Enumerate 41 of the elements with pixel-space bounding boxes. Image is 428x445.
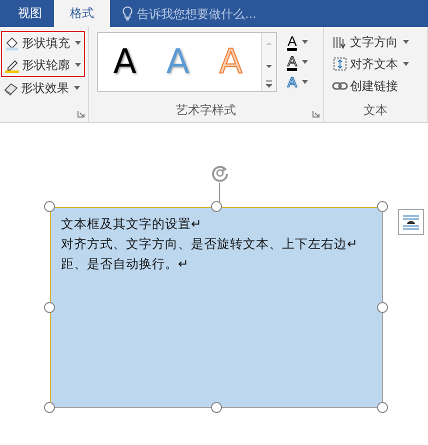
dropdown-caret-icon — [75, 63, 81, 67]
text-direction-icon — [332, 34, 348, 50]
text-box[interactable]: 文本框及其文字的设置↵ 对齐方式、文字方向、是否旋转文本、上下左右边↵ 距、是否自动换行。↵ — [50, 207, 383, 408]
resize-handle[interactable] — [44, 402, 55, 413]
gallery-scrollbar[interactable] — [261, 33, 276, 91]
dropdown-caret-icon — [302, 80, 308, 84]
rotate-handle-icon[interactable] — [210, 163, 230, 183]
ribbon-button[interactable]: A — [285, 52, 310, 72]
lightbulb-icon — [122, 6, 133, 21]
resize-handle[interactable] — [377, 302, 388, 313]
resize-handle[interactable] — [211, 402, 222, 413]
resize-handle[interactable] — [377, 402, 388, 413]
paint-bucket-icon — [4, 35, 20, 51]
dropdown-caret-icon — [75, 41, 81, 45]
ribbon-button[interactable]: 形状效果 — [1, 77, 88, 99]
dialog-launcher-icon[interactable] — [312, 110, 320, 118]
wordart-style[interactable]: A — [98, 34, 152, 90]
resize-handle[interactable] — [44, 302, 55, 313]
dropdown-caret-icon — [302, 60, 308, 64]
ribbon-button[interactable]: 形状轮廓 — [2, 54, 84, 76]
align-text-icon — [332, 56, 348, 72]
ribbon-button[interactable]: 形状填充 — [2, 32, 84, 54]
resize-handle[interactable] — [44, 201, 55, 212]
dialog-launcher-icon[interactable] — [77, 110, 86, 118]
text-line: 对齐方式、文字方向、是否旋转文本、上下左右边↵ — [61, 235, 358, 253]
text-line: 文本框及其文字的设置↵ — [61, 215, 202, 233]
ribbon-button[interactable]: 对齐文本 — [330, 53, 427, 75]
tell-me-field[interactable]: 告诉我您想要做什么... — [137, 6, 297, 20]
ribbon-button[interactable]: 创建链接 — [330, 75, 427, 97]
ribbon-button[interactable]: 文字方向 — [330, 31, 427, 53]
dropdown-caret-icon — [302, 40, 308, 44]
ribbon-tab[interactable]: 格式 — [54, 0, 110, 27]
group-label: 文本 — [363, 102, 388, 119]
resize-handle[interactable] — [377, 201, 388, 212]
text-line: 距、是否自动换行。↵ — [61, 255, 190, 273]
layout-options-icon[interactable] — [398, 209, 424, 235]
ribbon-button[interactable]: A — [285, 32, 310, 52]
resize-handle[interactable] — [211, 201, 222, 212]
ribbon-tab[interactable]: 视图 — [6, 0, 54, 27]
group-label: 艺术字样式 — [176, 102, 236, 119]
dropdown-caret-icon — [74, 86, 80, 90]
